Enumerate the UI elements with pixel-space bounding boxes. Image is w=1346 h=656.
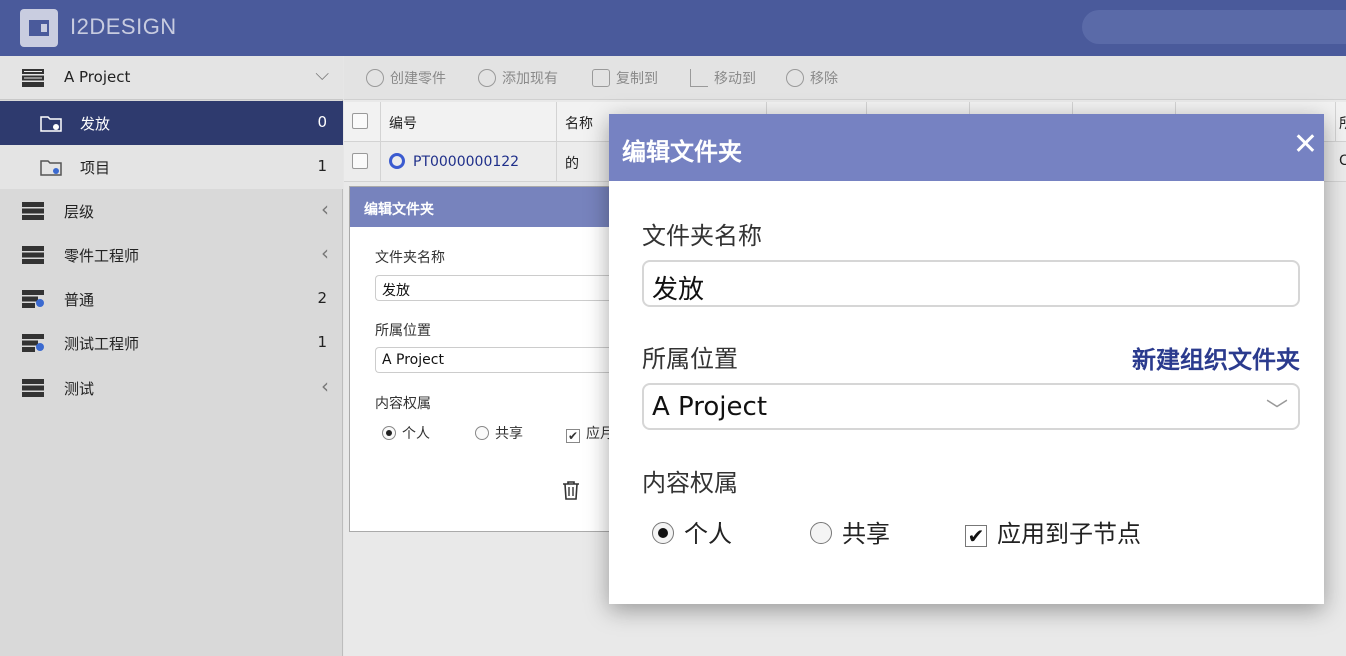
row-select-cell [344, 142, 381, 182]
sidebar-item-count: 1 [317, 157, 327, 175]
sidebar-item-count: 2 [317, 289, 327, 307]
stack-icon [22, 202, 44, 220]
toolbar: 创建零件 添加现有 复制到 移动到 移除 [344, 56, 1346, 100]
checkbox-apply-to-children[interactable]: ✔ 应用到子节点 [965, 514, 1141, 549]
sidebar-item-general[interactable]: 普通 2 [0, 277, 343, 321]
location-label: 所属位置 [642, 345, 738, 373]
select-all-checkbox[interactable] [352, 113, 368, 129]
radio-personal[interactable]: 个人 [382, 423, 430, 443]
folder-name-label: 文件夹名称 [375, 250, 445, 266]
check-icon: ✔ [566, 429, 580, 443]
location-select[interactable]: A Project [375, 347, 612, 373]
chevron-down-icon: ﹀ [1265, 399, 1288, 424]
add-existing-button[interactable]: 添加现有 [478, 68, 558, 88]
stack-icon [22, 379, 44, 397]
radio-personal[interactable]: 个人 [652, 514, 732, 549]
sidebar-item-label: 发放 [80, 115, 111, 133]
sidebar-item-count: 0 [317, 113, 327, 131]
location-select-value: A Project [652, 392, 768, 422]
create-part-button[interactable]: 创建零件 [366, 68, 446, 88]
chevron-left-icon[interactable]: ‹ [321, 197, 329, 221]
trash-icon[interactable] [561, 479, 581, 506]
sidebar-project-header[interactable]: A Project ⌵ [0, 56, 343, 100]
chevron-left-icon[interactable]: ‹ [321, 374, 329, 398]
sidebar-item-label: 普通 [64, 291, 95, 309]
top-header: I2DESIGN [0, 0, 1346, 56]
sidebar-item-project[interactable]: 项目 1 [0, 145, 343, 189]
part-number-link[interactable]: PT0000000122 [413, 154, 519, 170]
part-icon [389, 153, 405, 169]
radio-selected-icon [652, 522, 674, 544]
copy-icon [592, 69, 610, 87]
radio-icon [382, 426, 396, 440]
folder-name-input[interactable]: 发放 [375, 275, 612, 301]
part-number-cell: PT0000000122 [381, 142, 557, 182]
sidebar-item-label: 项目 [80, 159, 111, 177]
dialog-title: 编辑文件夹 [350, 187, 610, 227]
move-icon [690, 69, 708, 87]
location-select[interactable]: A Project ﹀ [642, 383, 1300, 430]
app-logo[interactable] [20, 9, 58, 47]
sidebar-item-release[interactable]: 发放 0 [0, 101, 343, 145]
new-org-folder-link[interactable]: 新建组织文件夹 [1132, 340, 1300, 375]
dialog-header: 编辑文件夹 ✕ [609, 114, 1324, 181]
sidebar-item-test[interactable]: 测试 ‹ [0, 366, 343, 410]
radio-icon [810, 522, 832, 544]
global-search-input[interactable] [1082, 10, 1346, 44]
edit-folder-dialog-background: 编辑文件夹 文件夹名称 发放 所属位置 A Project 内容权属 个人 共享… [349, 186, 612, 532]
gear-icon [478, 69, 496, 87]
gear-icon [366, 69, 384, 87]
dialog-title: 编辑文件夹 [622, 138, 742, 166]
sidebar-item-level[interactable]: 层级 ‹ [0, 189, 343, 233]
location-label: 所属位置 [375, 323, 431, 339]
sidebar-item-test-engineer[interactable]: 测试工程师 1 [0, 321, 343, 365]
folder-icon [40, 114, 62, 132]
sidebar-item-label: 层级 [64, 203, 95, 221]
sidebar-item-part-engineer[interactable]: 零件工程师 ‹ [0, 233, 343, 277]
check-icon: ✔ [965, 525, 987, 547]
ownership-label: 内容权属 [642, 469, 738, 497]
select-all-cell [344, 102, 381, 142]
stack-icon [22, 69, 44, 87]
app-title: I2DESIGN [70, 14, 177, 39]
stack-gear-icon [22, 290, 44, 308]
stack-icon [22, 246, 44, 264]
sidebar: A Project ⌵ 发放 0 项目 1 层级 ‹ 零件工程师 ‹ 普通 2 … [0, 56, 343, 656]
project-label: A Project [64, 68, 131, 86]
checkbox-apply-children[interactable]: ✔ 应月 [566, 423, 612, 443]
radio-icon [475, 426, 489, 440]
cell-clipped: C [1339, 153, 1346, 169]
close-icon[interactable]: ✕ [1293, 130, 1318, 160]
sidebar-item-label: 测试 [64, 380, 95, 398]
edit-folder-dialog: 编辑文件夹 ✕ 文件夹名称 发放 所属位置 新建组织文件夹 A Project … [609, 114, 1324, 604]
sidebar-item-count: 1 [317, 333, 327, 351]
folder-icon [40, 158, 62, 176]
folder-name-label: 文件夹名称 [642, 222, 762, 250]
ownership-label: 内容权属 [375, 396, 431, 412]
remove-button[interactable]: 移除 [786, 68, 838, 88]
chevron-down-icon[interactable]: ⌵ [315, 64, 329, 85]
stack-gear-icon [22, 334, 44, 352]
sidebar-item-label: 测试工程师 [64, 335, 140, 353]
radio-shared[interactable]: 共享 [475, 423, 523, 443]
row-checkbox[interactable] [352, 153, 368, 169]
sidebar-item-label: 零件工程师 [64, 247, 140, 265]
minus-circle-icon [786, 69, 804, 87]
chevron-left-icon[interactable]: ‹ [321, 241, 329, 265]
folder-name-input[interactable]: 发放 [642, 260, 1300, 307]
radio-shared[interactable]: 共享 [810, 514, 890, 549]
move-to-button[interactable]: 移动到 [690, 68, 756, 88]
copy-to-button[interactable]: 复制到 [592, 68, 658, 88]
column-header-clipped[interactable]: 所 [1336, 102, 1346, 142]
column-header-number[interactable]: 编号 [381, 102, 557, 142]
